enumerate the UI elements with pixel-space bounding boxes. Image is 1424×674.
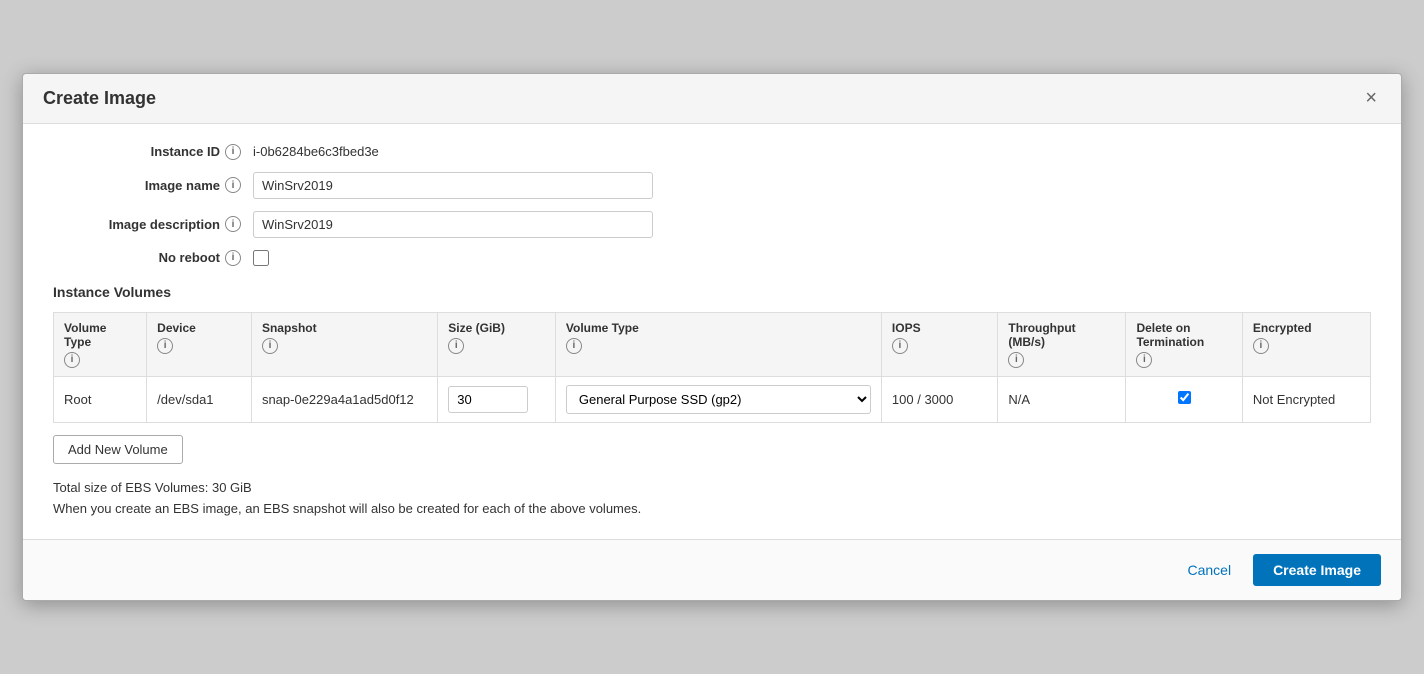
row-throughput: N/A bbox=[998, 376, 1126, 422]
vol-type-select[interactable]: General Purpose SSD (gp2) General Purpos… bbox=[566, 385, 871, 414]
add-new-volume-button[interactable]: Add New Volume bbox=[53, 435, 183, 464]
table-row: Root /dev/sda1 snap-0e229a4a1ad5d0f12 bbox=[54, 376, 1371, 422]
no-reboot-label: No reboot i bbox=[53, 250, 253, 266]
col-header-size: Size (GiB) i bbox=[438, 312, 556, 376]
volumes-section-title: Instance Volumes bbox=[53, 284, 1371, 300]
image-description-row: Image description i bbox=[53, 211, 1371, 238]
device-col-info-icon: i bbox=[157, 338, 173, 354]
volumes-section: Instance Volumes Volume Type i Device bbox=[53, 284, 1371, 520]
image-name-input[interactable] bbox=[253, 172, 653, 199]
col-header-delete-on-termination: Delete on Termination i bbox=[1126, 312, 1242, 376]
create-image-button[interactable]: Create Image bbox=[1253, 554, 1381, 586]
volume-type-col-info-icon: i bbox=[64, 352, 80, 368]
dialog-footer: Cancel Create Image bbox=[23, 539, 1401, 600]
volumes-table: Volume Type i Device i S bbox=[53, 312, 1371, 423]
throughput-col-info-icon: i bbox=[1008, 352, 1024, 368]
row-delete-on-termination[interactable] bbox=[1126, 376, 1242, 422]
size-col-info-icon: i bbox=[448, 338, 464, 354]
size-input[interactable] bbox=[448, 386, 528, 413]
col-header-iops: IOPS i bbox=[881, 312, 997, 376]
col-header-snapshot: Snapshot i bbox=[251, 312, 437, 376]
row-iops: 100 / 3000 bbox=[881, 376, 997, 422]
instance-id-value: i-0b6284be6c3fbed3e bbox=[253, 144, 379, 159]
vol-type-col-info-icon: i bbox=[566, 338, 582, 354]
row-volume-type: Root bbox=[54, 376, 147, 422]
instance-id-info-icon: i bbox=[225, 144, 241, 160]
iops-col-info-icon: i bbox=[892, 338, 908, 354]
delete-on-termination-col-info-icon: i bbox=[1136, 352, 1152, 368]
close-button[interactable]: × bbox=[1361, 88, 1381, 108]
image-description-info-icon: i bbox=[225, 216, 241, 232]
create-image-dialog: Create Image × Instance ID i i-0b6284be6… bbox=[22, 73, 1402, 602]
image-name-info-icon: i bbox=[225, 177, 241, 193]
form-section: Instance ID i i-0b6284be6c3fbed3e Image … bbox=[53, 144, 1371, 266]
no-reboot-checkbox[interactable] bbox=[253, 250, 269, 266]
col-header-encrypted: Encrypted i bbox=[1242, 312, 1370, 376]
col-header-device: Device i bbox=[147, 312, 252, 376]
info-text: Total size of EBS Volumes: 30 GiB When y… bbox=[53, 478, 1371, 520]
delete-on-termination-checkbox[interactable] bbox=[1178, 391, 1191, 404]
instance-id-row: Instance ID i i-0b6284be6c3fbed3e bbox=[53, 144, 1371, 160]
cancel-button[interactable]: Cancel bbox=[1177, 556, 1241, 584]
info-text-line2: When you create an EBS image, an EBS sna… bbox=[53, 499, 1371, 520]
col-header-volume-type: Volume Type i bbox=[54, 312, 147, 376]
no-reboot-row: No reboot i bbox=[53, 250, 1371, 266]
row-device: /dev/sda1 bbox=[147, 376, 252, 422]
row-vol-type[interactable]: General Purpose SSD (gp2) General Purpos… bbox=[555, 376, 881, 422]
col-header-vol-type: Volume Type i bbox=[555, 312, 881, 376]
no-reboot-info-icon: i bbox=[225, 250, 241, 266]
row-encrypted: Not Encrypted bbox=[1242, 376, 1370, 422]
col-header-throughput: Throughput (MB/s) i bbox=[998, 312, 1126, 376]
dialog-title: Create Image bbox=[43, 88, 156, 109]
snapshot-col-info-icon: i bbox=[262, 338, 278, 354]
image-name-row: Image name i bbox=[53, 172, 1371, 199]
info-text-line1: Total size of EBS Volumes: 30 GiB bbox=[53, 478, 1371, 499]
row-size[interactable] bbox=[438, 376, 556, 422]
image-description-label: Image description i bbox=[53, 216, 253, 232]
encrypted-col-info-icon: i bbox=[1253, 338, 1269, 354]
dialog-header: Create Image × bbox=[23, 74, 1401, 124]
instance-id-label: Instance ID i bbox=[53, 144, 253, 160]
image-description-input[interactable] bbox=[253, 211, 653, 238]
image-name-label: Image name i bbox=[53, 177, 253, 193]
row-snapshot: snap-0e229a4a1ad5d0f12 bbox=[251, 376, 437, 422]
dialog-body: Instance ID i i-0b6284be6c3fbed3e Image … bbox=[23, 124, 1401, 540]
